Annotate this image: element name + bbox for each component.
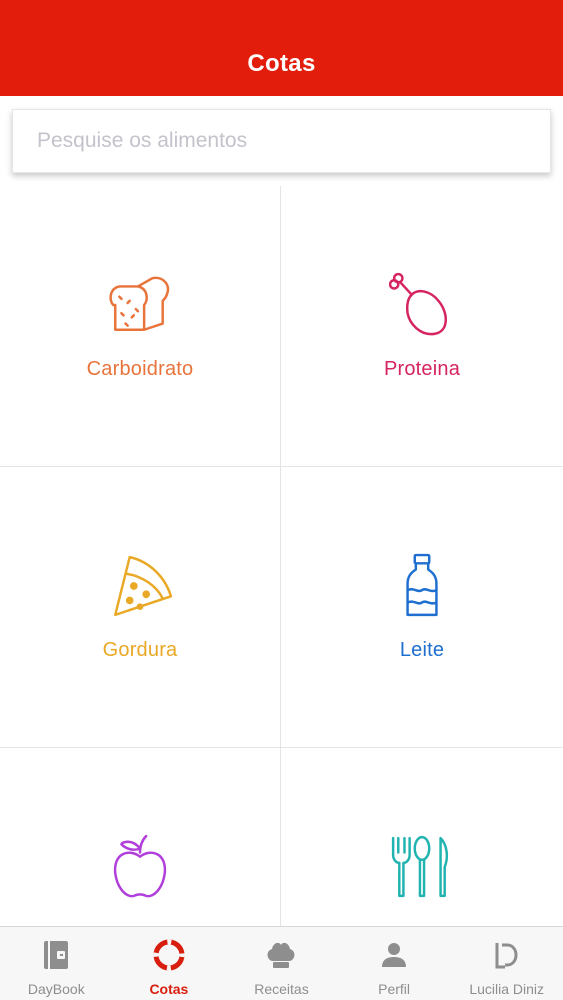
category-label: Carboidrato	[86, 358, 194, 380]
apple-icon	[114, 834, 166, 898]
tab-daybook[interactable]: DayBook	[0, 927, 113, 1000]
category-apple[interactable]	[0, 748, 281, 926]
cutlery-icon	[391, 835, 449, 898]
tab-label: DayBook	[27, 981, 85, 997]
book-icon	[44, 941, 69, 969]
category-proteina[interactable]: Proteina	[281, 186, 563, 467]
person-icon	[382, 943, 407, 967]
chicken-leg-icon	[389, 272, 447, 336]
tab-label: Lucilia Diniz	[469, 981, 545, 997]
page-title: Cotas	[247, 50, 316, 77]
tab-receitas[interactable]: Receitas	[225, 927, 338, 1000]
tab-label: Perfil	[378, 981, 411, 997]
bread-icon	[109, 276, 170, 331]
search-input[interactable]	[13, 110, 550, 172]
tab-lucilia-diniz[interactable]: Lucilia Diniz	[450, 927, 563, 1000]
search-box[interactable]	[12, 109, 551, 173]
ld-logo-icon	[495, 943, 518, 969]
category-leite[interactable]: Leite	[281, 467, 563, 748]
category-carboidrato[interactable]: Carboidrato	[0, 186, 281, 467]
category-label: Proteina	[383, 358, 461, 380]
category-grid: Carboidrato Proteina Gordura Leite	[0, 186, 563, 926]
header-bar: Cotas	[0, 0, 563, 96]
category-gordura[interactable]: Gordura	[0, 467, 281, 748]
chef-hat-icon	[268, 942, 295, 968]
milk-bottle-icon	[406, 553, 438, 617]
category-label: Leite	[399, 639, 445, 661]
lifebuoy-icon	[153, 939, 185, 971]
tab-perfil[interactable]: Perfil	[338, 927, 451, 1000]
tab-label: Cotas	[149, 981, 189, 997]
tab-label: Receitas	[254, 981, 309, 997]
tab-cotas[interactable]: Cotas	[113, 927, 226, 1000]
bottom-tab-bar: DayBook Cotas Receitas Perfil Lucilia Di…	[0, 926, 563, 1000]
category-label: Gordura	[102, 639, 178, 661]
category-cutlery[interactable]	[281, 748, 563, 926]
pizza-slice-icon	[114, 555, 173, 617]
